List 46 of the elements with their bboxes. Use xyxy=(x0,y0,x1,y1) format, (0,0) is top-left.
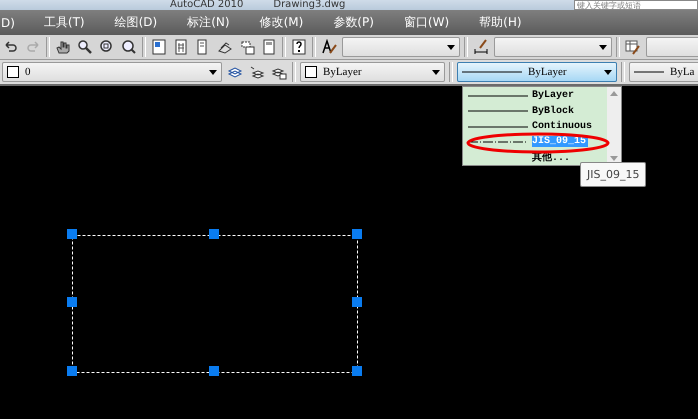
line-sample-icon xyxy=(462,71,522,73)
table-style-icon[interactable] xyxy=(624,38,642,56)
grip-handle[interactable] xyxy=(209,366,219,376)
menu-item[interactable]: 绘图(D) xyxy=(100,14,172,31)
line-sample-icon xyxy=(468,126,528,128)
grip-handle[interactable] xyxy=(352,297,362,307)
lineweight-dropdown[interactable]: ByLa xyxy=(629,62,698,82)
dashed-line-icon xyxy=(468,140,528,143)
grip-handle[interactable] xyxy=(67,229,77,239)
menu-item[interactable]: 帮助(H) xyxy=(464,14,537,31)
menu-item[interactable]: 修改(M) xyxy=(244,14,318,31)
caret-icon xyxy=(604,70,612,74)
menu-item[interactable]: D) xyxy=(0,16,29,30)
grip-handle[interactable] xyxy=(352,229,362,239)
caret-icon xyxy=(599,44,607,50)
color-dropdown[interactable]: ByLayer xyxy=(300,62,445,82)
properties-icon[interactable] xyxy=(150,38,168,56)
linetype-dropdown[interactable]: ByLayer xyxy=(457,62,617,82)
line-sample-icon xyxy=(634,71,664,73)
menu-item[interactable]: 窗口(W) xyxy=(388,14,464,31)
linetype-option[interactable]: ByBlock xyxy=(463,103,607,119)
tooltip: JIS_09_15 xyxy=(580,162,646,187)
menu-item[interactable]: 标注(N) xyxy=(172,14,245,31)
layer-state-icon xyxy=(7,66,19,78)
linetype-option[interactable]: ByLayer xyxy=(463,88,607,104)
help-icon[interactable] xyxy=(290,38,308,56)
line-sample-icon xyxy=(468,110,528,112)
line-sample-icon xyxy=(468,94,528,97)
text-style-icon[interactable] xyxy=(320,38,338,56)
grip-handle[interactable] xyxy=(67,366,77,376)
caret-icon xyxy=(447,44,455,50)
search-field[interactable]: 键入关键字或短语 xyxy=(574,0,698,10)
zoom-icon[interactable] xyxy=(76,38,94,56)
menu-item[interactable]: 工具(T) xyxy=(28,14,100,31)
menu-item[interactable]: 参数(P) xyxy=(318,14,389,31)
selected-rectangle[interactable] xyxy=(72,235,358,373)
grip-handle[interactable] xyxy=(209,229,219,239)
layer-dropdown[interactable]: 0 xyxy=(2,62,222,82)
dimension-style-icon[interactable] xyxy=(472,38,490,56)
grip-handle[interactable] xyxy=(352,366,362,376)
linetype-option[interactable]: Continuous xyxy=(463,118,607,134)
caret-icon xyxy=(209,70,217,74)
caret-icon xyxy=(432,70,440,74)
grip-handle[interactable] xyxy=(67,297,77,307)
color-swatch xyxy=(305,66,317,78)
zoom-previous-icon[interactable] xyxy=(120,38,138,56)
